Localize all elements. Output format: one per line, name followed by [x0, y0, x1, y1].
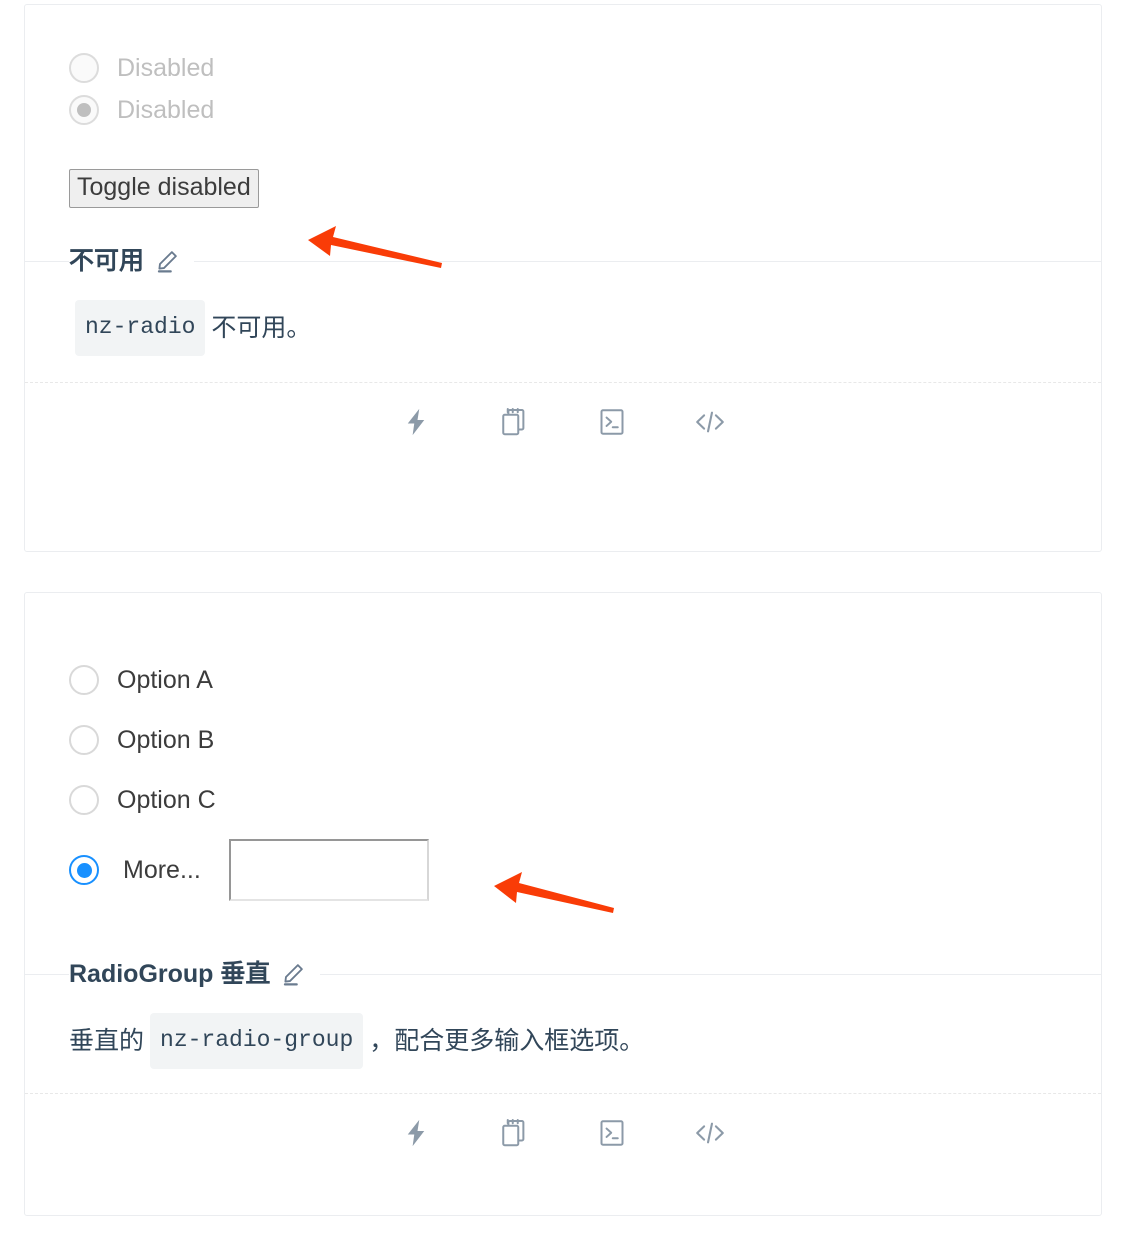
demo-preview-disabled: Disabled Disabled Toggle disabled: [25, 5, 1101, 208]
section-title-wrap: RadioGroup 垂直: [69, 957, 321, 991]
demo-preview-radiogroup: Option A Option B Option C More...: [25, 593, 1101, 901]
demo-meta-disabled: 不可用 nz-radio 不可用。: [25, 244, 1101, 356]
run-online-icon[interactable]: [385, 398, 447, 446]
edit-pencil-icon[interactable]: [280, 961, 306, 987]
section-title-text: RadioGroup 垂直: [69, 960, 271, 988]
inline-code-nz-radio: nz-radio: [75, 300, 206, 356]
section-description: nz-radio 不可用。: [69, 300, 1057, 356]
section-description-suffix: ，配合更多输入框选项。: [369, 1027, 645, 1055]
radio-row-more[interactable]: More...: [69, 839, 1057, 901]
section-title-text: 不可用: [69, 247, 145, 275]
radio-label: Disabled: [117, 96, 215, 124]
section-description-prefix: 垂直的: [69, 1027, 145, 1055]
radio-label: Option A: [117, 666, 213, 694]
section-description-text: 不可用。: [211, 314, 312, 342]
inline-code-nz-radio-group: nz-radio-group: [150, 1013, 364, 1069]
show-code-icon[interactable]: [679, 398, 741, 446]
copy-code-icon[interactable]: [483, 1109, 545, 1157]
radio-row-option-b[interactable]: Option B: [69, 719, 1057, 761]
radio-option-a-icon[interactable]: [69, 665, 99, 695]
radio-option-c-icon[interactable]: [69, 785, 99, 815]
radio-option-b-icon[interactable]: [69, 725, 99, 755]
radio-disabled-checked-icon[interactable]: [69, 95, 99, 125]
section-description: 垂直的 nz-radio-group ，配合更多输入框选项。: [69, 1013, 1057, 1069]
run-online-icon[interactable]: [385, 1109, 447, 1157]
page-root: Disabled Disabled Toggle disabled 不可用 nz…: [0, 0, 1124, 1236]
radio-label: Option B: [117, 726, 215, 754]
radio-label: Disabled: [117, 54, 215, 82]
toggle-disabled-button[interactable]: Toggle disabled: [69, 169, 259, 208]
demo-card-disabled: Disabled Disabled Toggle disabled 不可用 nz…: [24, 4, 1102, 552]
actions-icon-row: [69, 1094, 1057, 1172]
show-code-icon[interactable]: [679, 1109, 741, 1157]
section-title-wrap: 不可用: [69, 244, 195, 278]
radio-row-disabled-checked[interactable]: Disabled: [69, 89, 1057, 131]
radio-row-option-c[interactable]: Option C: [69, 779, 1057, 821]
demo-card-radiogroup-vertical: Option A Option B Option C More... Radio…: [24, 592, 1102, 1216]
toggle-button-container: Toggle disabled: [69, 169, 1057, 208]
radio-row-disabled-unchecked[interactable]: Disabled: [69, 47, 1057, 89]
demo-actions-disabled: [25, 382, 1101, 461]
section-title-row: 不可用: [25, 244, 1101, 278]
more-text-input[interactable]: [228, 839, 429, 901]
demo-actions-radiogroup: [25, 1093, 1101, 1172]
radio-label: Option C: [117, 786, 216, 814]
demo-meta-radiogroup: RadioGroup 垂直 垂直的 nz-radio-group ，配合更多输入…: [25, 957, 1101, 1069]
radio-more-icon[interactable]: [69, 855, 99, 885]
actions-icon-row: [69, 383, 1057, 461]
section-title-row: RadioGroup 垂直: [25, 957, 1101, 991]
terminal-icon[interactable]: [581, 1109, 643, 1157]
radio-row-option-a[interactable]: Option A: [69, 659, 1057, 701]
edit-pencil-icon[interactable]: [154, 248, 180, 274]
radio-disabled-unchecked-icon[interactable]: [69, 53, 99, 83]
radio-label: More...: [123, 856, 201, 884]
terminal-icon[interactable]: [581, 398, 643, 446]
copy-code-icon[interactable]: [483, 398, 545, 446]
